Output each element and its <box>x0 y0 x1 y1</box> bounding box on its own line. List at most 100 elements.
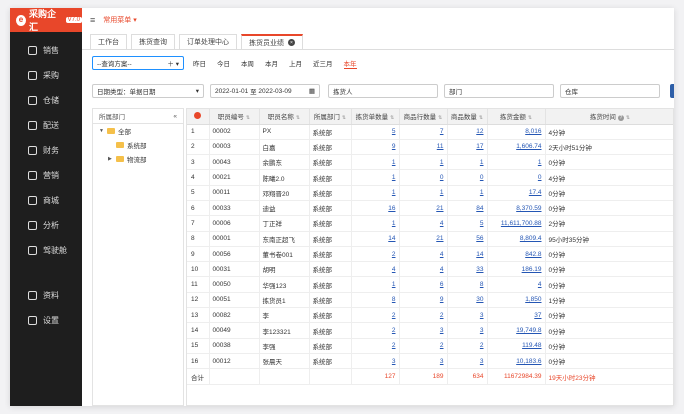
tree-node-logistics[interactable]: ▶ 物流部 <box>93 152 183 166</box>
table-row[interactable]: 11 00050 华强123 系统部 1 6 8 4 0分钟 <box>187 276 673 293</box>
cell-amount[interactable]: 17.4 <box>487 185 546 201</box>
table-row[interactable]: 16 00012 张晨天 系统部 3 3 3 10,183.6 0分钟 <box>187 353 673 370</box>
cell-amount[interactable]: 8,016 <box>487 124 546 140</box>
cell-pick-count[interactable]: 3 <box>351 353 400 370</box>
cell-qty[interactable]: 3 <box>447 322 488 339</box>
col-header-emp-name[interactable]: 职员名称 ⇅ <box>259 109 310 125</box>
tab-order-center[interactable]: 订单处理中心 <box>179 34 237 49</box>
cell-qty[interactable]: 56 <box>447 231 488 247</box>
sidebar-item-truck[interactable]: 配送 <box>10 113 82 138</box>
cell-line-count[interactable]: 4 <box>399 246 448 263</box>
collapse-tree-icon[interactable]: « <box>173 113 177 120</box>
table-row[interactable]: 1 00002 PX 系统部 5 7 12 8,016 4分钟 <box>187 124 673 140</box>
cell-pick-count[interactable]: 2 <box>351 307 400 324</box>
sort-icon[interactable]: ⇅ <box>342 115 346 121</box>
date-range-input[interactable]: 2022-01-01 至 2022-03-09 ▦ <box>210 84 320 98</box>
sidebar-item-warehouse[interactable]: 仓储 <box>10 88 82 113</box>
table-row[interactable]: 3 00043 余鹏东 系统部 1 1 1 1 0分钟 <box>187 154 673 171</box>
logo[interactable]: e 采购企汇 V7.0 <box>10 8 82 32</box>
cell-amount[interactable]: 186.19 <box>487 261 546 278</box>
column-settings[interactable] <box>187 109 210 125</box>
col-header-amount[interactable]: 拣货金额 ⇅ <box>487 109 546 125</box>
cell-qty[interactable]: 1 <box>447 185 488 201</box>
cell-line-count[interactable]: 1 <box>399 185 448 201</box>
table-row[interactable]: 13 00082 李系统部 2 2 3 37 0分钟 <box>187 307 673 324</box>
cell-pick-count[interactable]: 8 <box>351 292 400 309</box>
table-row[interactable]: 2 00003 白嘉 系统部 9 11 17 1,606.74 2天小时51分钟 <box>187 139 673 156</box>
cell-amount[interactable]: 19,749.8 <box>487 322 546 339</box>
caret-down-icon[interactable]: ▼ <box>99 128 104 134</box>
table-row[interactable]: 12 00051 拣货员1 系统部 8 9 30 1,850 1分钟 <box>187 292 673 309</box>
tab-pick-query[interactable]: 拣货查询 <box>131 34 175 49</box>
table-row[interactable]: 10 00031 胡明 系统部 4 4 33 186.19 0分钟 <box>187 261 673 278</box>
gear-icon[interactable] <box>194 111 202 119</box>
sidebar-item-doc[interactable]: 资料 <box>10 283 82 308</box>
warehouse-input[interactable]: 仓库 <box>560 84 660 98</box>
search-button[interactable] <box>670 84 674 98</box>
cell-qty[interactable]: 17 <box>447 139 488 156</box>
cell-amount[interactable]: 1,850 <box>487 292 546 309</box>
picker-input[interactable]: 拣货人 <box>328 84 438 98</box>
cell-amount[interactable]: 842.8 <box>487 246 546 263</box>
cell-pick-count[interactable]: 5 <box>351 124 400 140</box>
table-row[interactable]: 5 00011 邓翔晋20 系统部 1 1 1 17.4 0分钟 <box>187 185 673 201</box>
common-menu-dropdown[interactable]: 常用菜单 ▾ <box>103 15 136 25</box>
col-header-emp-no[interactable]: 职员编号 ⇅ <box>209 109 260 125</box>
sidebar-item-gear[interactable]: 设置 <box>10 308 82 333</box>
cell-line-count[interactable]: 7 <box>399 124 448 140</box>
tab-picker-performance[interactable]: 拣货员业绩 × <box>241 34 303 49</box>
sort-icon[interactable]: ⇅ <box>479 115 483 121</box>
sidebar-item-cart[interactable]: 采购 <box>10 63 82 88</box>
sort-icon[interactable]: ⇅ <box>296 115 300 121</box>
close-icon[interactable]: × <box>288 39 295 46</box>
add-icon[interactable]: ＋ <box>167 61 174 68</box>
cell-qty[interactable]: 84 <box>447 200 488 217</box>
col-header-pick-count[interactable]: 拣货单数量 ⇅ <box>351 109 400 125</box>
col-header-qty[interactable]: 商品数量 ⇅ <box>447 109 488 125</box>
cell-line-count[interactable]: 4 <box>399 215 448 232</box>
cell-pick-count[interactable]: 9 <box>351 139 400 156</box>
cell-pick-count[interactable]: 1 <box>351 276 400 293</box>
dept-input[interactable]: 部门 <box>444 84 554 98</box>
sidebar-item-marketing[interactable]: 营销 <box>10 163 82 188</box>
cell-pick-count[interactable]: 1 <box>351 185 400 201</box>
col-header-time[interactable]: 拣货时间? ⇅ <box>545 109 673 125</box>
cell-line-count[interactable]: 0 <box>399 169 448 186</box>
cell-amount[interactable]: 0 <box>487 169 546 186</box>
cell-pick-count[interactable]: 1 <box>351 154 400 171</box>
table-row[interactable]: 9 00056 董书卷001 系统部 2 4 14 842.8 0分钟 <box>187 246 673 263</box>
cell-pick-count[interactable]: 2 <box>351 322 400 339</box>
sort-icon[interactable]: ⇅ <box>626 115 630 121</box>
quick-date-0[interactable]: 昨日 <box>193 58 206 69</box>
cell-line-count[interactable]: 3 <box>399 353 448 370</box>
cell-amount[interactable]: 10,183.6 <box>487 353 546 370</box>
cell-qty[interactable]: 30 <box>447 292 488 309</box>
tree-node-system[interactable]: 系统部 <box>93 138 183 152</box>
cell-amount[interactable]: 11,611,700.88 <box>487 215 546 232</box>
cell-amount[interactable]: 8,370.59 <box>487 200 546 217</box>
cell-qty[interactable]: 3 <box>447 307 488 324</box>
sort-icon[interactable]: ⇅ <box>438 115 442 121</box>
calendar-icon[interactable]: ▦ <box>309 87 315 95</box>
col-header-line-count[interactable]: 商品行数量 ⇅ <box>399 109 448 125</box>
quick-date-4[interactable]: 上月 <box>289 58 302 69</box>
sort-icon[interactable]: ⇅ <box>528 115 532 121</box>
caret-right-icon[interactable]: ▶ <box>108 156 113 162</box>
quick-date-3[interactable]: 本月 <box>265 58 278 69</box>
collapse-menu-icon[interactable]: ≡ <box>90 15 95 25</box>
query-scheme-select[interactable]: --查询方案-- ＋ ▾ <box>92 56 184 70</box>
cell-qty[interactable]: 14 <box>447 246 488 263</box>
cell-line-count[interactable]: 21 <box>399 231 448 247</box>
cell-amount[interactable]: 119.48 <box>487 338 546 354</box>
cell-qty[interactable]: 2 <box>447 338 488 354</box>
tree-node-root[interactable]: ▼ 全部 <box>93 124 183 138</box>
cell-pick-count[interactable]: 4 <box>351 261 400 278</box>
cell-pick-count[interactable]: 16 <box>351 200 400 217</box>
col-header-dept[interactable]: 所属部门 ⇅ <box>309 109 352 125</box>
cell-line-count[interactable]: 2 <box>399 307 448 324</box>
cell-qty[interactable]: 0 <box>447 169 488 186</box>
cell-amount[interactable]: 8,809.4 <box>487 231 546 247</box>
cell-pick-count[interactable]: 1 <box>351 215 400 232</box>
cell-line-count[interactable]: 4 <box>399 261 448 278</box>
quick-date-5[interactable]: 近三月 <box>313 58 333 69</box>
